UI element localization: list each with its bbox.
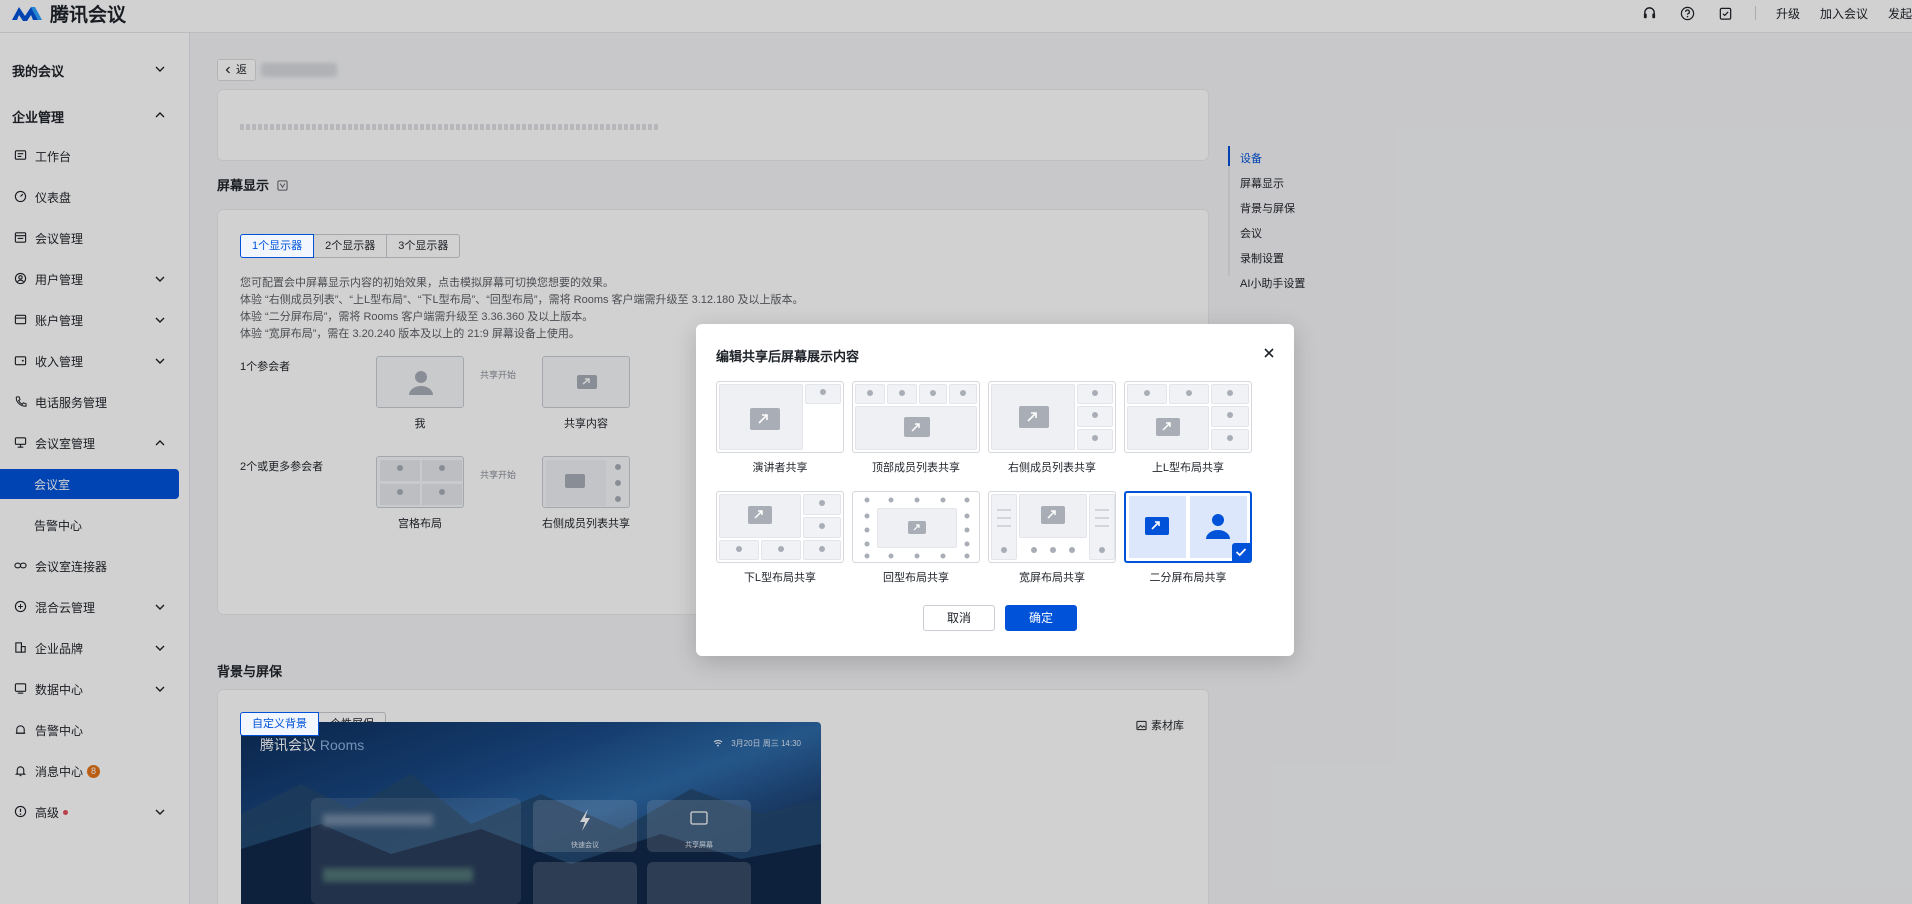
layout-option-label: 二分屏布局共享 <box>1149 572 1227 584</box>
layout-option-right-list[interactable] <box>988 381 1116 453</box>
share-screen-icon <box>1144 390 1233 441</box>
layout-option-surround[interactable] <box>852 491 980 563</box>
layout-option-label: 上L型布局共享 <box>1151 462 1225 474</box>
layout-option-presenter[interactable] <box>716 381 844 453</box>
selected-check-icon <box>1232 543 1250 561</box>
layout-option-label: 右侧成员列表共享 <box>1008 462 1096 474</box>
layout-option-label: 下L型布局共享 <box>743 572 817 584</box>
layout-option-split-screen[interactable] <box>1124 491 1252 563</box>
share-screen-icon <box>750 389 826 430</box>
surround-layout-icon <box>864 497 970 559</box>
tab-custom-background[interactable]: 自定义背景 <box>240 712 319 736</box>
widescreen-layout-icon <box>997 506 1109 553</box>
layout-option-label: 宽屏布局共享 <box>1019 572 1085 584</box>
layout-option-top-l[interactable] <box>1124 381 1252 453</box>
tab-one-monitor[interactable]: 1个显示器 <box>240 234 315 258</box>
layout-option-label: 顶部成员列表共享 <box>872 462 960 474</box>
dialog-title: 编辑共享后屏幕展示内容 <box>716 349 860 364</box>
layout-option-top-list[interactable] <box>852 381 980 453</box>
share-screen-icon <box>736 500 825 552</box>
share-screen-icon <box>1019 390 1098 441</box>
layout-option-label: 回型布局共享 <box>883 572 949 584</box>
layout-option-widescreen[interactable] <box>988 491 1116 563</box>
close-icon[interactable] <box>1262 346 1276 360</box>
layout-option-label: 演讲者共享 <box>752 462 808 474</box>
share-screen-icon <box>867 390 966 437</box>
layout-option-bottom-l[interactable] <box>716 491 844 563</box>
share-layout-dialog: 编辑共享后屏幕展示内容 演讲者共享 顶部成员列表共享 右侧成员列表共享 上L型布… <box>696 324 1294 656</box>
cancel-button[interactable]: 取消 <box>923 605 995 631</box>
confirm-button[interactable]: 确定 <box>1005 605 1077 631</box>
